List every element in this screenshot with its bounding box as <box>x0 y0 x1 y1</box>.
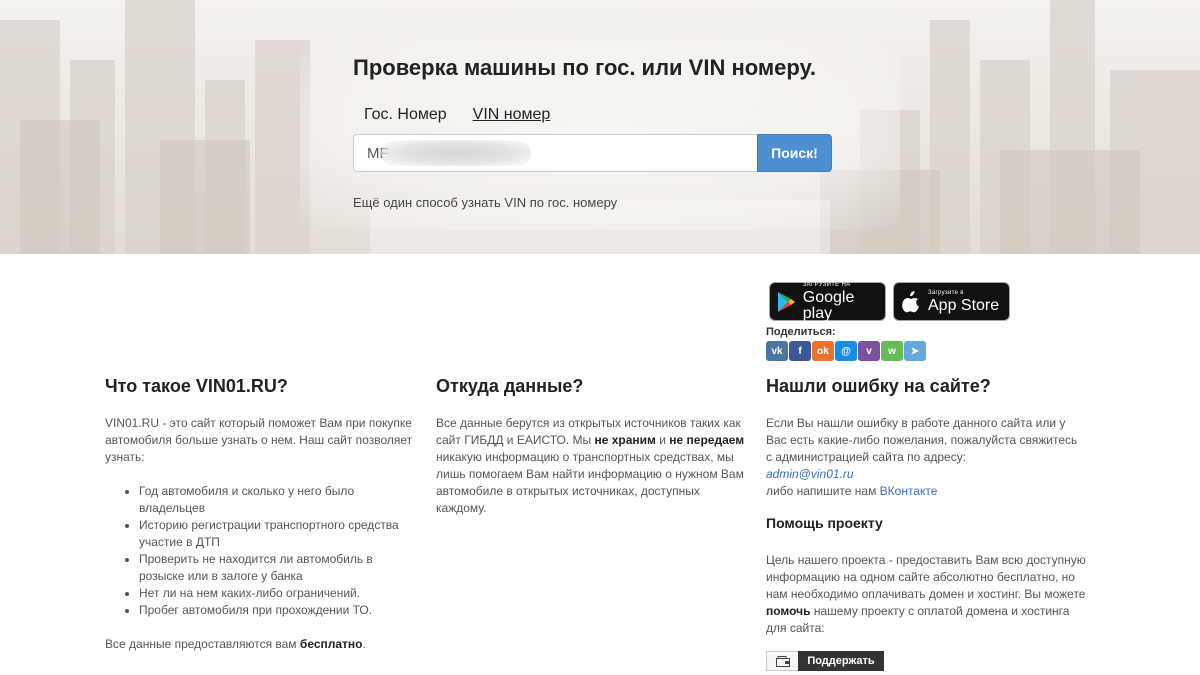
error-or-text: либо напишите нам <box>766 484 880 498</box>
support-label: Поддержать <box>798 651 884 671</box>
about-intro: VIN01.RU - это сайт который поможет Вам … <box>105 416 413 464</box>
error-title: Нашли ошибку на сайте? <box>766 376 991 396</box>
app-store-badge[interactable]: Загрузите в App Store <box>893 282 1010 321</box>
source-text: Все данные берутся из открытых источнико… <box>436 415 746 517</box>
source-text-3: никакую информацию о транспортных средст… <box>436 450 744 515</box>
error-text: Если Вы нашли ошибку в работе данного са… <box>766 416 1078 464</box>
error-section: Нашли ошибку на сайте? Если Вы нашли оши… <box>766 376 1086 671</box>
list-item: Пробег автомобиля при прохождении ТО. <box>139 602 415 619</box>
source-bold-1: не храним <box>594 433 656 447</box>
alt-method-link[interactable]: Ещё один способ узнать VIN по гос. номер… <box>353 195 617 210</box>
list-item: Год автомобиля и сколько у него было вла… <box>139 483 415 517</box>
redacted-input-blur <box>381 140 531 166</box>
help-title: Помощь проекту <box>766 515 883 531</box>
help-text: Цель нашего проекта - предоставить Вам в… <box>766 552 1086 637</box>
help-bold: помочь <box>766 604 811 618</box>
about-section: Что такое VIN01.RU? VIN01.RU - это сайт … <box>105 376 415 653</box>
google-play-badge[interactable]: ЗАГРУЗИТЕ НА Google play <box>769 282 886 321</box>
vk-share-icon[interactable]: vk <box>766 341 788 361</box>
admin-email-link[interactable]: admin@vin01.ru <box>766 467 854 481</box>
search-tabs: Гос. Номер VIN номер <box>364 106 550 124</box>
app-store-small-text: Загрузите в <box>928 289 964 296</box>
share-label: Поделиться: <box>766 326 836 338</box>
wallet-icon <box>766 651 798 671</box>
about-footer-end: . <box>362 637 366 651</box>
tab-gos-nomer[interactable]: Гос. Номер <box>364 106 447 124</box>
list-item: Нет ли на нем каких-либо ограничений. <box>139 585 415 602</box>
vk-contact-link[interactable]: ВКонтакте <box>880 484 938 498</box>
list-item: Проверить не находится ли автомобиль в р… <box>139 551 415 585</box>
apple-icon <box>894 290 928 313</box>
moimir-share-icon[interactable]: @ <box>835 341 857 361</box>
google-play-small-text: ЗАГРУЗИТЕ НА <box>802 281 851 288</box>
tab-vin-nomer[interactable]: VIN номер <box>473 106 551 124</box>
facebook-share-icon[interactable]: f <box>789 341 811 361</box>
source-section: Откуда данные? Все данные берутся из отк… <box>436 376 746 517</box>
viber-share-icon[interactable]: v <box>858 341 880 361</box>
error-email-line: admin@vin01.ru <box>766 466 1086 483</box>
share-icons: vk f ok @ v w ➤ <box>766 341 926 361</box>
telegram-share-icon[interactable]: ➤ <box>904 341 926 361</box>
help-text-2: нашему проекту с оплатой домена и хостин… <box>766 604 1070 635</box>
about-footer: Все данные предоставляются вам бесплатно… <box>105 636 415 653</box>
page-title: Проверка машины по гос. или VIN номеру. <box>353 55 816 80</box>
source-bold-2: не передаем <box>669 433 745 447</box>
source-text-2: и <box>655 433 670 447</box>
google-play-icon <box>770 291 803 313</box>
about-list: Год автомобиля и сколько у него было вла… <box>139 483 415 619</box>
google-play-big-text: Google play <box>802 288 855 322</box>
search-button[interactable]: Поиск! <box>757 134 832 172</box>
list-item: Историю регистрации транспортного средст… <box>139 517 415 551</box>
hero-banner <box>0 0 1200 254</box>
whatsapp-share-icon[interactable]: w <box>881 341 903 361</box>
support-button[interactable]: Поддержать <box>766 651 1086 671</box>
source-title: Откуда данные? <box>436 376 584 396</box>
odnoklassniki-share-icon[interactable]: ok <box>812 341 834 361</box>
error-vk-line: либо напишите нам ВКонтакте <box>766 483 1086 500</box>
about-footer-text: Все данные предоставляются вам <box>105 637 300 651</box>
about-title: Что такое VIN01.RU? <box>105 376 288 396</box>
app-store-big-text: App Store <box>928 296 1000 314</box>
help-text-1: Цель нашего проекта - предоставить Вам в… <box>766 553 1086 601</box>
about-footer-bold: бесплатно <box>299 637 363 651</box>
